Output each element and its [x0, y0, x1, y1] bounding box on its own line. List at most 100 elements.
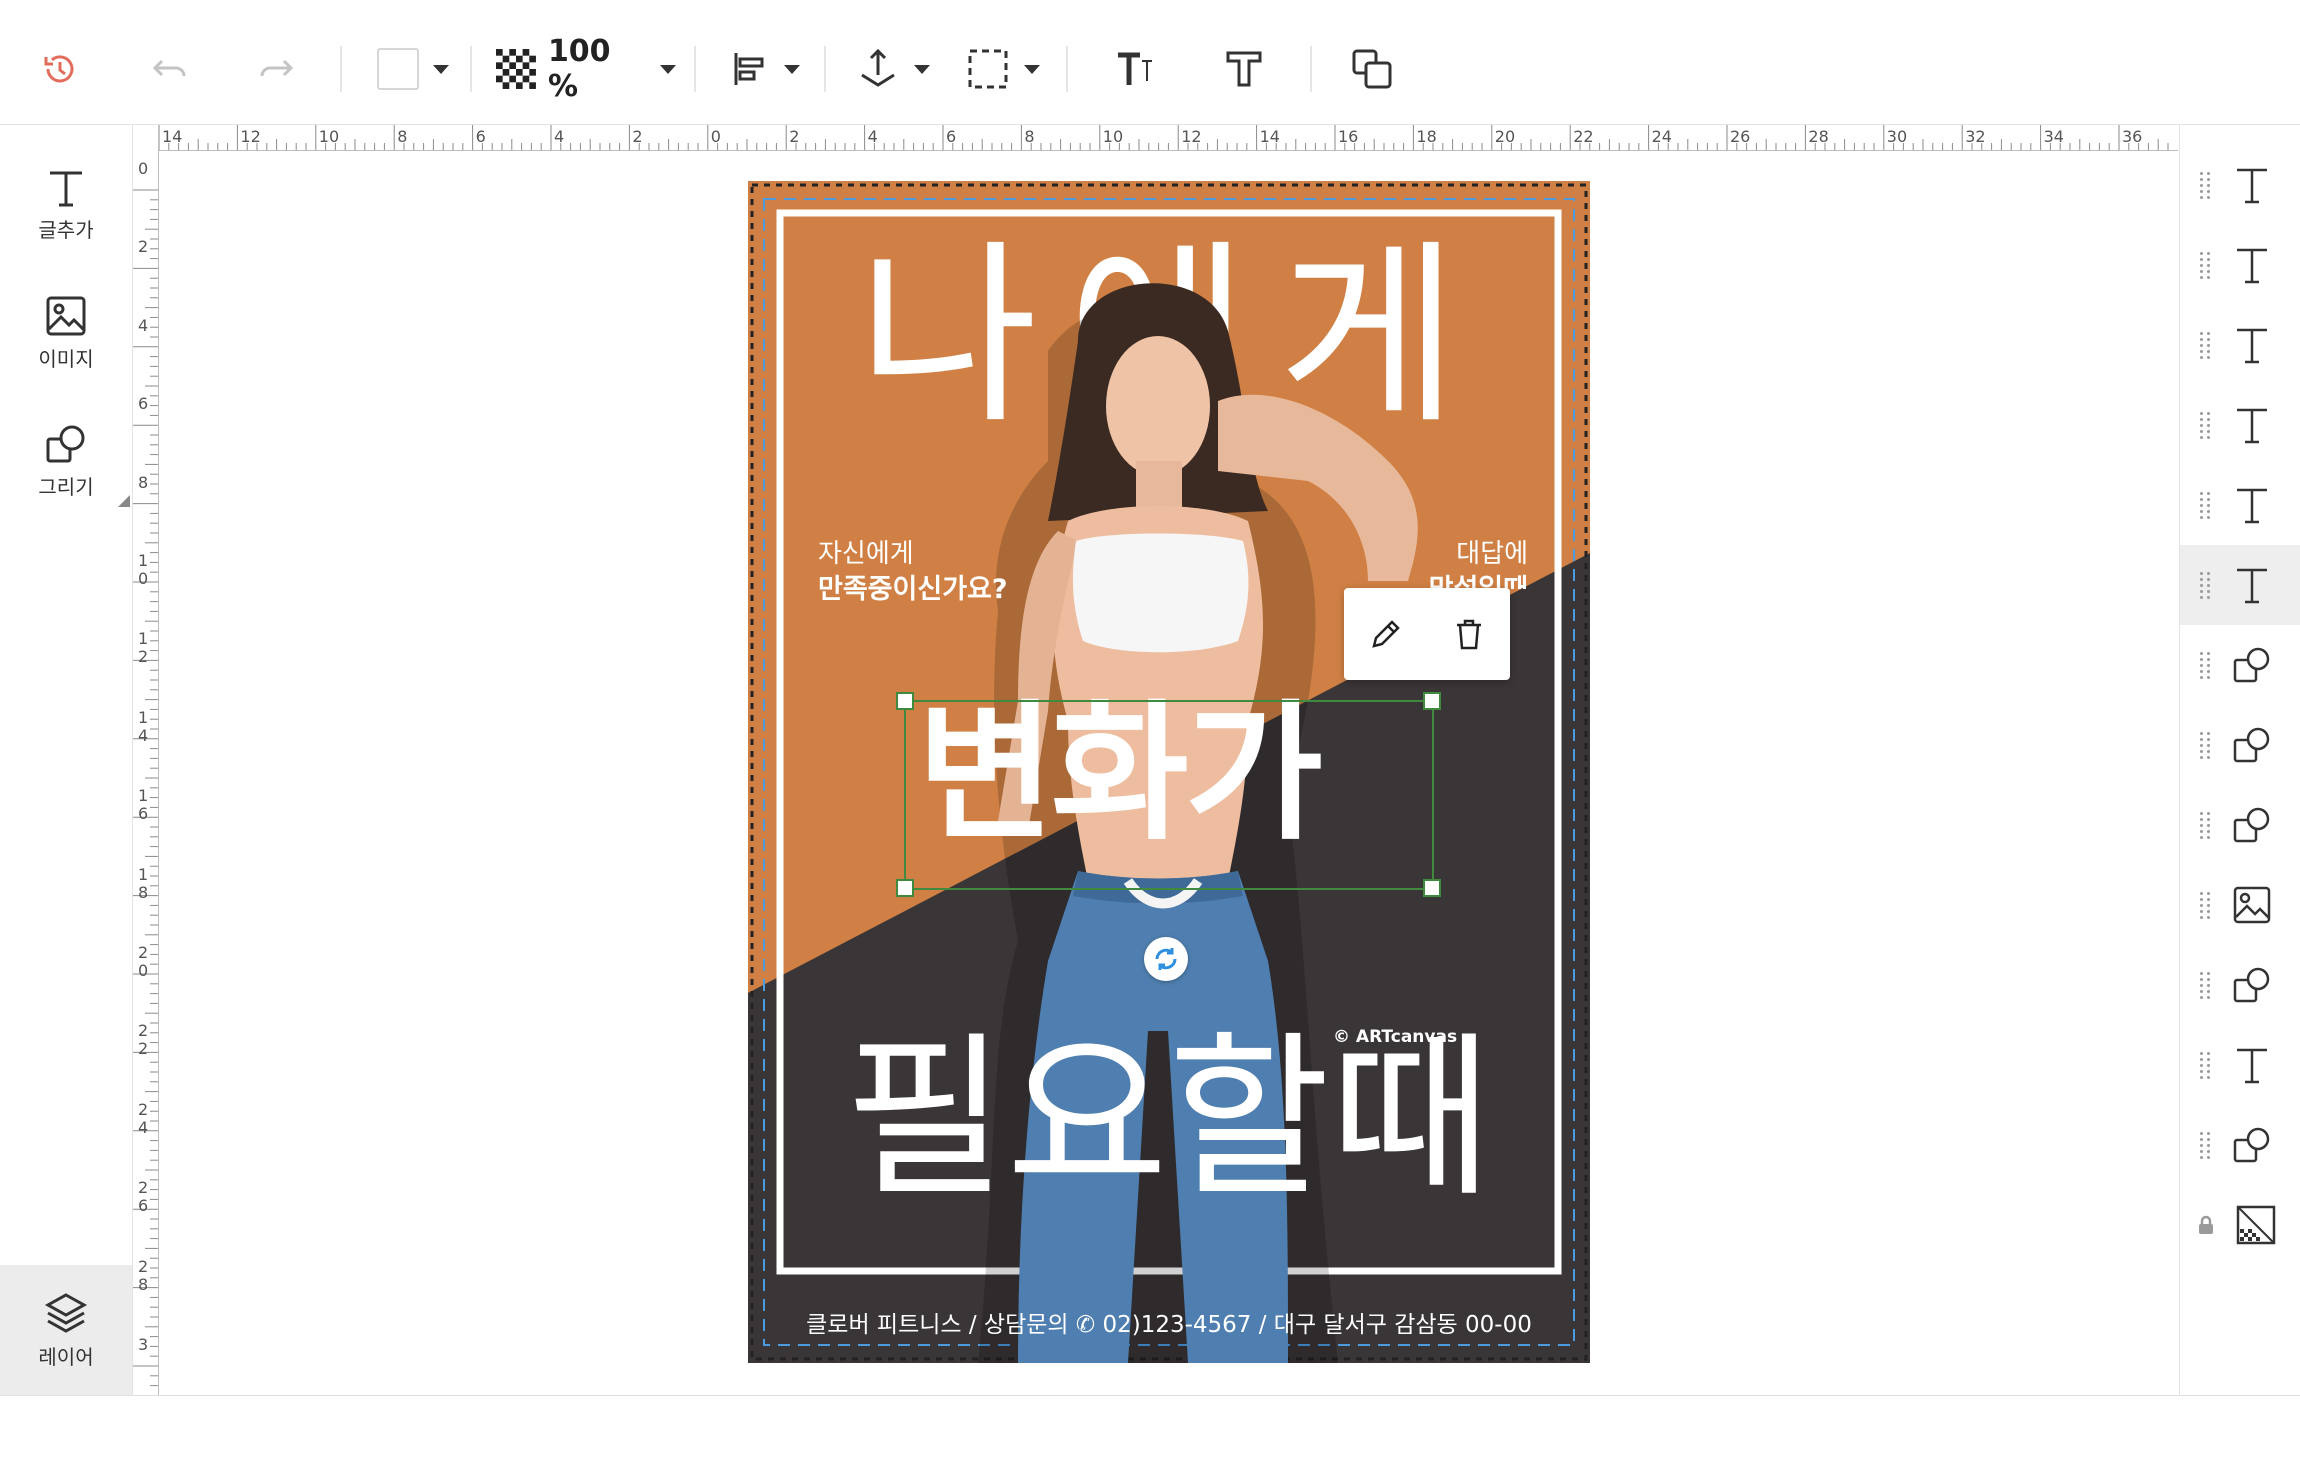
- shapes-icon: [2230, 723, 2274, 767]
- draw-button[interactable]: 그리기: [0, 401, 132, 521]
- layer-row-shape[interactable]: [2180, 785, 2300, 865]
- toolbar-divider: [1310, 46, 1312, 92]
- ruler-label: 20: [1494, 127, 1516, 146]
- drag-handle-icon[interactable]: [2200, 888, 2212, 922]
- undo-icon: [152, 59, 186, 77]
- right-caption-line2[interactable]: 망설일때: [1408, 567, 1528, 589]
- shapes-icon: [2230, 803, 2274, 847]
- layers-icon: [44, 1292, 88, 1333]
- text-icon: [2230, 483, 2274, 527]
- left-panel: 글추가 이미지 그리기 레이어: [0, 125, 133, 1395]
- ruler-label: 1 0: [138, 551, 149, 588]
- text-style-button[interactable]: [1104, 14, 1164, 124]
- ruler-label: 12: [1181, 127, 1202, 146]
- watermark: © ARTcanvas: [1333, 1027, 1458, 1047]
- align-dropdown[interactable]: [720, 14, 810, 124]
- delete-button[interactable]: [1451, 616, 1487, 652]
- lock-icon[interactable]: [2196, 1215, 2216, 1235]
- history-button[interactable]: [30, 14, 90, 124]
- duplicate-button[interactable]: [1342, 14, 1402, 124]
- drag-handle-icon[interactable]: [2200, 1048, 2212, 1082]
- shapes-icon: [2230, 963, 2274, 1007]
- ruler-label: 6: [138, 394, 149, 414]
- select-area-icon: [968, 49, 1008, 89]
- layer-row-text[interactable]: [2180, 305, 2300, 385]
- ruler-label: 2: [632, 127, 643, 146]
- layer-row-image[interactable]: [2180, 865, 2300, 945]
- layer-row-background[interactable]: [2180, 1185, 2300, 1265]
- left-caption-line1[interactable]: 자신에게: [818, 533, 914, 570]
- ruler-label: 2 6: [138, 1178, 149, 1216]
- drag-handle-icon[interactable]: [2200, 408, 2212, 442]
- drag-handle-icon[interactable]: [2200, 1128, 2212, 1162]
- add-image-button[interactable]: 이미지: [0, 273, 132, 393]
- drag-handle-icon[interactable]: [2200, 968, 2212, 1002]
- text-outline-button[interactable]: [1214, 14, 1274, 124]
- ruler-label: 0: [138, 159, 149, 178]
- drag-handle-icon[interactable]: [2200, 568, 2212, 602]
- headline-bottom[interactable]: 필요할때: [808, 1031, 1528, 1207]
- ruler-label: 32: [1965, 127, 1986, 146]
- drag-handle-icon[interactable]: [2200, 808, 2212, 842]
- layer-row-text[interactable]: [2180, 385, 2300, 465]
- ruler-label: 1 4: [138, 707, 149, 745]
- arrange-dropdown[interactable]: [848, 14, 938, 124]
- resize-handle-top-right[interactable]: [1423, 692, 1441, 710]
- text-format-icon: [1118, 52, 1152, 85]
- layer-row-text[interactable]: [2180, 1025, 2300, 1105]
- layer-row-text[interactable]: [2180, 545, 2300, 625]
- chevron-down-icon: [660, 64, 676, 74]
- ruler-label: 12: [240, 127, 261, 146]
- layer-row-shape[interactable]: [2180, 705, 2300, 785]
- window-top-edge: [0, 0, 2300, 15]
- right-caption-line1[interactable]: 대답에: [1438, 533, 1528, 570]
- layer-row-shape[interactable]: [2180, 945, 2300, 1025]
- layer-row-text[interactable]: [2180, 145, 2300, 225]
- layer-row-shape[interactable]: [2180, 1105, 2300, 1185]
- left-caption-line2[interactable]: 만족중이신가요?: [818, 567, 1008, 606]
- footer-info[interactable]: 클로버 피트니스 / 상담문의 ✆ 02)123-4567 / 대구 달서구 감…: [788, 1305, 1550, 1339]
- drag-handle-icon[interactable]: [2200, 488, 2212, 522]
- layers-label: 레이어: [38, 1344, 94, 1369]
- color-swatch: [377, 48, 419, 90]
- pencil-icon: [1371, 620, 1400, 648]
- layer-row-shape[interactable]: [2180, 625, 2300, 705]
- selection-dropdown[interactable]: [958, 14, 1048, 124]
- status-bar: [0, 1395, 2300, 1457]
- redo-button[interactable]: [246, 14, 306, 124]
- resize-handle-top-left[interactable]: [896, 692, 914, 710]
- history-icon: [44, 55, 74, 83]
- panel-collapse-handle[interactable]: [118, 495, 130, 507]
- background-icon: [2234, 1203, 2278, 1247]
- edit-button[interactable]: [1368, 616, 1404, 652]
- layer-row-text[interactable]: [2180, 465, 2300, 545]
- ruler-label: 24: [1651, 127, 1672, 146]
- rotate-handle[interactable]: [1144, 937, 1188, 981]
- ruler-label: 4: [867, 127, 878, 146]
- toolbar-divider: [824, 46, 826, 92]
- add-text-button[interactable]: 글추가: [0, 145, 132, 265]
- ruler-label: 6: [946, 127, 957, 146]
- resize-handle-bottom-left[interactable]: [896, 879, 914, 897]
- chevron-down-icon: [1024, 64, 1040, 74]
- drag-handle-icon[interactable]: [2200, 248, 2212, 282]
- ruler-label: 0: [710, 127, 721, 146]
- toolbar: 100 %: [0, 14, 2300, 125]
- selection-box[interactable]: [904, 700, 1434, 890]
- fill-color-dropdown[interactable]: [368, 14, 458, 124]
- drag-handle-icon[interactable]: [2200, 168, 2212, 202]
- drag-handle-icon[interactable]: [2200, 648, 2212, 682]
- opacity-dropdown[interactable]: 100 %: [496, 14, 676, 124]
- ruler-label: 8: [138, 472, 149, 492]
- ruler-label: 3: [138, 1335, 149, 1354]
- layer-row-text[interactable]: [2180, 225, 2300, 305]
- text-icon: [2230, 1043, 2274, 1087]
- ruler-label: 10: [318, 127, 340, 146]
- drag-handle-icon[interactable]: [2200, 728, 2212, 762]
- ruler-label: 4: [554, 127, 565, 146]
- ruler-label: 28: [1808, 127, 1829, 146]
- layers-button[interactable]: 레이어: [0, 1265, 132, 1395]
- drag-handle-icon[interactable]: [2200, 328, 2212, 362]
- undo-button[interactable]: [140, 14, 200, 124]
- resize-handle-bottom-right[interactable]: [1423, 879, 1441, 897]
